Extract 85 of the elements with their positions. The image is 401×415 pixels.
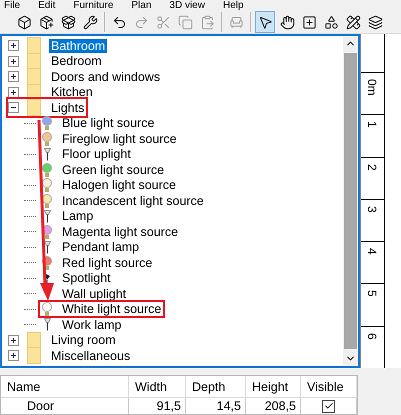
table-cell: 208,5 [246, 398, 301, 414]
catalog-item[interactable]: Work lamp [60, 318, 124, 332]
folder-icon [27, 37, 41, 54]
ruler-label: 4 [365, 248, 379, 255]
box-open-icon [60, 14, 76, 30]
folder-icon [27, 99, 41, 116]
category-label[interactable]: Bedroom [49, 54, 104, 68]
expand-icon[interactable] [8, 350, 19, 362]
column-header[interactable]: Name [1, 376, 129, 398]
column-header[interactable]: Height [246, 376, 301, 398]
pointer-button[interactable] [255, 11, 275, 33]
menu-item[interactable]: Plan [131, 0, 152, 11]
category-label[interactable]: Doors and windows [49, 70, 162, 84]
ruler-label: 5 [365, 290, 379, 298]
light-bulb-icon [42, 224, 52, 239]
visible-checkbox[interactable] [322, 400, 335, 412]
ruler-label: 3 [365, 206, 379, 213]
menu-item[interactable]: File [4, 0, 20, 11]
column-header[interactable]: Width [129, 376, 186, 398]
layers-icon [368, 14, 382, 30]
catalog-item[interactable]: Spotlight [60, 271, 113, 286]
light-bulb-icon [42, 132, 52, 146]
folder-icon [27, 332, 41, 349]
ruler-label: 2 [365, 164, 379, 170]
category-label[interactable]: Bathroom [49, 38, 108, 53]
light-bulb-icon [42, 256, 52, 270]
expand-icon[interactable] [8, 40, 19, 52]
catalog-item[interactable]: Magenta light source [60, 224, 180, 239]
expand-icon[interactable] [8, 56, 19, 67]
folder-icon [27, 68, 41, 86]
table-cell: Door [1, 398, 129, 414]
lamp-icon [44, 210, 50, 223]
menu-item[interactable]: Furniture [73, 0, 114, 11]
paste-icon [200, 14, 214, 30]
light-bulb-icon [42, 162, 52, 177]
catalog-item[interactable]: Incandescent light source [60, 194, 206, 208]
light-bulb-icon [42, 302, 52, 316]
catalog-item[interactable]: Green light source [60, 162, 166, 177]
column-header[interactable]: Depth [186, 376, 246, 398]
light-bulb-icon [42, 194, 52, 208]
catalog-item[interactable]: Pendant lamp [60, 240, 142, 254]
catalog-item[interactable]: Fireglow light source [60, 132, 179, 146]
catalog-item[interactable]: Lamp [60, 209, 96, 224]
ruler-label: 6 [365, 332, 379, 340]
undo-icon [112, 14, 126, 30]
light-bulb-icon [42, 178, 52, 192]
category-label[interactable]: Miscellaneous [49, 348, 132, 363]
shapes-icon [324, 14, 338, 30]
expand-icon[interactable] [8, 334, 19, 346]
cut-icon [156, 14, 170, 30]
ruler-label: 0m [365, 79, 379, 96]
catalog-item[interactable]: Red light source [60, 256, 154, 270]
wrench-icon [82, 14, 98, 30]
catalog-item[interactable]: Blue light source [60, 116, 156, 130]
lamp-icon [44, 318, 50, 332]
catalog-item[interactable]: Wall uplight [60, 286, 128, 301]
table-cell: 14,5 [186, 398, 246, 414]
lamp-icon [44, 148, 50, 161]
collapse-icon[interactable] [8, 102, 19, 114]
box-plus-icon [38, 14, 54, 30]
hand-icon [280, 14, 294, 30]
folder-icon [27, 347, 41, 364]
copy-icon [178, 14, 192, 30]
lamp-icon [44, 240, 50, 254]
light-bulb-icon [42, 116, 52, 130]
menu-item[interactable]: Help [222, 0, 244, 11]
cube-icon [16, 14, 32, 30]
menu-item[interactable]: 3D view [169, 0, 205, 11]
redo-icon [134, 14, 148, 30]
table-cell: 91,5 [129, 398, 186, 414]
category-label[interactable]: Living room [49, 333, 118, 348]
pointer-icon [258, 14, 272, 30]
menu-item[interactable]: Edit [38, 0, 56, 11]
scrollbar[interactable] [343, 36, 358, 366]
expand-icon[interactable] [8, 71, 19, 82]
category-label[interactable]: Kitchen [49, 85, 95, 100]
ruler-label: 1 [365, 121, 379, 128]
expand-icon[interactable] [8, 86, 19, 98]
column-header[interactable]: Visible [301, 376, 357, 398]
chair-icon [228, 14, 244, 30]
check-icon [324, 401, 334, 411]
square-plus-icon [302, 14, 316, 30]
ruler-pencil-icon [346, 14, 360, 30]
catalog-item[interactable]: Halogen light source [60, 178, 178, 192]
catalog-item[interactable]: Floor uplight [60, 147, 133, 162]
